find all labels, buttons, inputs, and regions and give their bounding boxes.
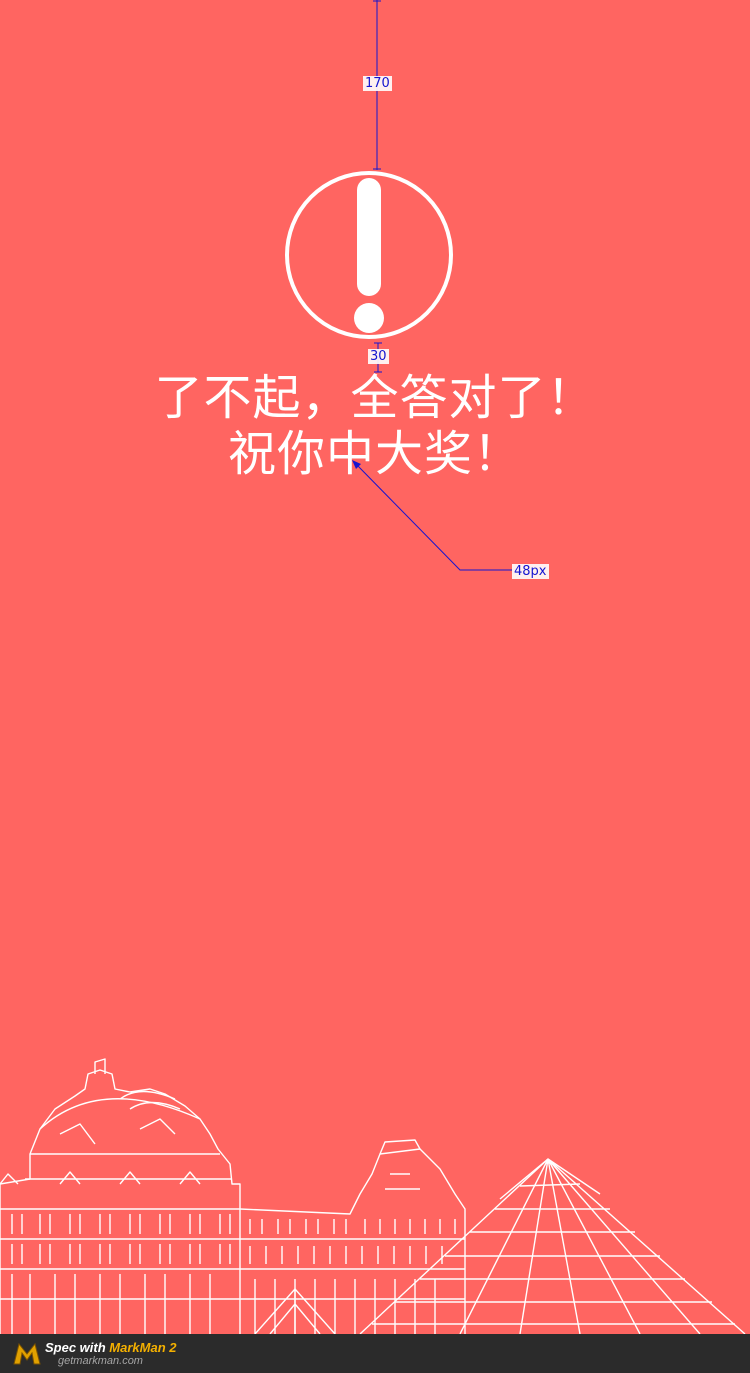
footer-brand: Spec with MarkMan 2 (45, 1340, 177, 1355)
spec-font-size-label: 48px (512, 564, 549, 579)
footer-brand-name: MarkMan 2 (109, 1340, 177, 1355)
result-page: 了不起，全答对了！ 祝你中大奖！ 170 30 48px (0, 0, 750, 1334)
markman-logo-icon (13, 1342, 41, 1365)
spec-top-distance-label: 170 (363, 76, 392, 91)
markman-footer: Spec with MarkMan 2 getmarkman.com (0, 1334, 750, 1373)
louvre-skyline-illustration (0, 1058, 746, 1334)
spec-gap-distance-label: 30 (368, 349, 389, 364)
footer-site-link[interactable]: getmarkman.com (58, 1355, 143, 1367)
footer-brand-prefix: Spec with (45, 1340, 110, 1355)
